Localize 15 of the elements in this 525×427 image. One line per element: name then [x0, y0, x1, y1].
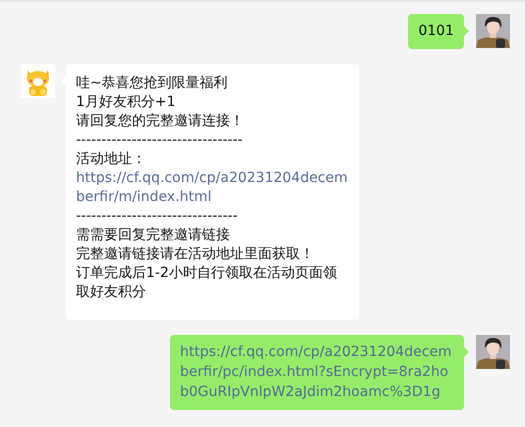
message-text: 0101 [418, 23, 454, 39]
message-text: 请回复您的完整邀请连接！ [76, 113, 244, 129]
avatar [476, 14, 510, 48]
message-text: 订单完成后1-2小时自行领取在活动页面领取好友积分 [76, 265, 337, 300]
link-label: 活动地址： [76, 151, 146, 167]
dog-avatar [21, 64, 55, 98]
link[interactable]: https://cf.qq.com/cp/a20231204decemberfir/pc/index.html?sEncrypt=8ra2hob0GuRIpVnlpW2aJdim2hoamc%3D1g [180, 342, 454, 402]
message-text: 哇~恭喜您抢到限量福利 [76, 75, 228, 91]
message-text: --------------------------------- [76, 132, 243, 148]
link[interactable]: https://cf.qq.com/cp/a20231204decemberfir/m/index.html [76, 169, 350, 207]
message-text: 需需要回复完整邀请链接 [76, 227, 230, 243]
avatar [476, 335, 510, 369]
message-text: 1月好友积分+1 [76, 94, 176, 110]
message-text: 完整邀请链接请在活动地址里面获取！ [76, 246, 314, 262]
message-text: -------------------------------- [76, 208, 238, 224]
